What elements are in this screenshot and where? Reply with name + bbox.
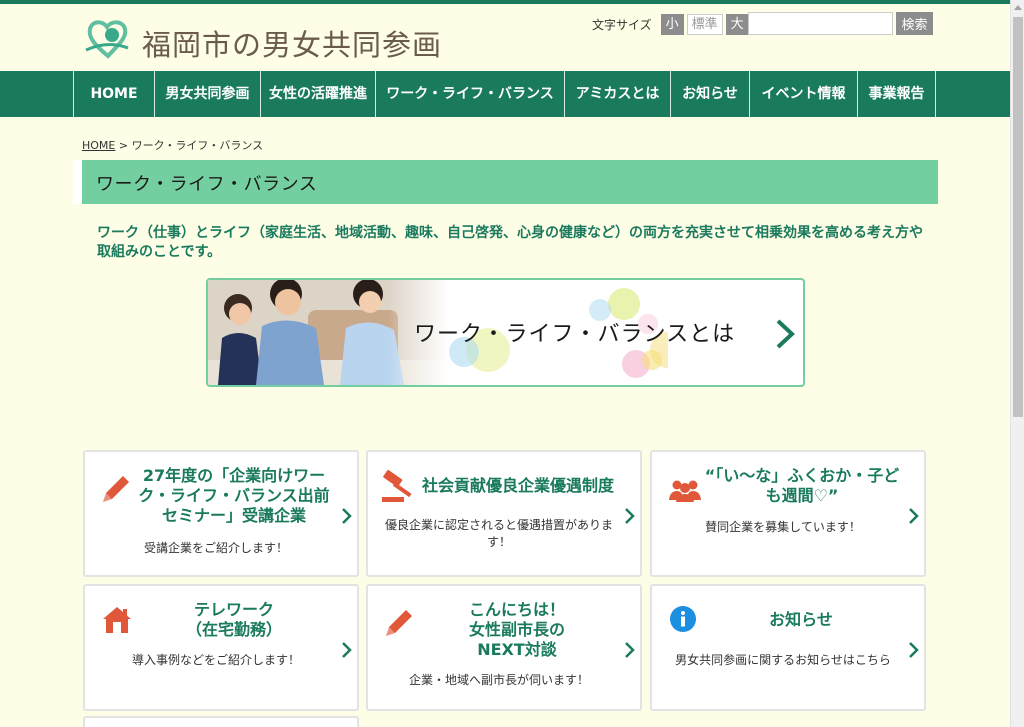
scroll-up-arrow[interactable] — [1011, 0, 1024, 16]
card-title: 27年度の「企業向けワーク・ライフ・バランス出前セミナー」受講企業 — [138, 466, 330, 525]
card-seminar-companies[interactable]: 27年度の「企業向けワーク・ライフ・バランス出前セミナー」受講企業 受講企業をご… — [83, 450, 359, 577]
card-title: こんにちは！ 女性副市長の NEXT対談 — [468, 600, 565, 659]
page-lead-text: ワーク（仕事）とライフ（家庭生活、地域活動、趣味、自己啓発、心身の健康など）の両… — [97, 225, 923, 260]
pencil-icon — [386, 610, 412, 636]
scroll-thumb[interactable] — [1013, 17, 1023, 417]
nav-item-reports[interactable]: 事業報告 — [858, 71, 936, 117]
search-form: 検索 — [748, 12, 933, 35]
card-description: 受講企業をご紹介します！ — [143, 541, 288, 555]
chevron-right-icon — [625, 642, 635, 658]
family-photo — [208, 280, 448, 385]
breadcrumb-separator: > — [115, 139, 132, 152]
card-description: 導入事例などをご紹介します！ — [131, 653, 300, 667]
card-telework[interactable]: テレワーク （在宅勤務） 導入事例などをご紹介します！ — [83, 584, 359, 711]
font-large-button[interactable]: 大 — [725, 13, 749, 35]
chevron-right-icon — [342, 642, 352, 658]
card-kids-week[interactable]: “「い～な」ふくおか・子ども週間♡” 賛同企業を募集しています！ — [650, 450, 926, 577]
card-title: 社会貢献優良企業優遇制度 — [421, 476, 614, 495]
card-vice-mayor-talk[interactable]: こんにちは！ 女性副市長の NEXT対談 企業・地域へ副市長が伺います！ — [366, 584, 642, 711]
page-title-band: ワーク・ライフ・バランス — [73, 160, 938, 204]
font-standard-button[interactable]: 標準 — [686, 13, 723, 35]
chevron-right-icon — [909, 508, 919, 524]
card-description: 賛同企業を募集しています！ — [705, 520, 861, 534]
page-title: ワーク・ライフ・バランス — [96, 174, 318, 195]
search-input[interactable] — [748, 12, 893, 35]
font-size-control: 文字サイズ 小 標準 大 — [592, 13, 749, 35]
site-logo[interactable]: 福岡市の男女共同参画 — [82, 12, 442, 64]
pencil-icon — [103, 476, 129, 502]
people-icon — [669, 480, 701, 502]
card-description: 優良企業に認定されると優遇措置があります！ — [384, 518, 613, 549]
global-nav: HOME 男女共同参画 女性の活躍推進 ワーク・ライフ・バランス アミカスとは … — [0, 71, 1010, 117]
breadcrumb: HOME > ワーク・ライフ・バランス — [82, 137, 263, 153]
chevron-right-icon — [776, 319, 795, 349]
logo-mark-icon — [85, 20, 129, 59]
nav-item-events[interactable]: イベント情報 — [750, 71, 858, 117]
nav-item-gender-equality[interactable]: 男女共同参画 — [155, 71, 261, 117]
card-description: 男女共同参画に関するお知らせはこちら — [675, 653, 891, 667]
nav-item-work-life-balance[interactable]: ワーク・ライフ・バランス — [376, 71, 565, 117]
vertical-scrollbar[interactable] — [1010, 0, 1024, 727]
gavel-icon — [382, 469, 412, 502]
search-button[interactable]: 検索 — [896, 12, 933, 35]
card-news[interactable]: お知らせ 男女共同参画に関するお知らせはこちら — [650, 584, 926, 711]
font-small-button[interactable]: 小 — [660, 13, 684, 35]
info-icon — [670, 606, 696, 632]
card-partial[interactable] — [83, 716, 359, 727]
font-size-label: 文字サイズ — [592, 17, 652, 32]
house-icon — [103, 607, 131, 633]
nav-item-amikas[interactable]: アミカスとは — [565, 71, 671, 117]
top-accent-line — [0, 0, 1010, 4]
nav-item-news[interactable]: お知らせ — [671, 71, 750, 117]
card-title: テレワーク （在宅勤務） — [185, 600, 282, 639]
card-title: “「い～な」ふくおか・子ども週間♡” — [704, 466, 900, 505]
chevron-right-icon — [909, 642, 919, 658]
nav-list: HOME 男女共同参画 女性の活躍推進 ワーク・ライフ・バランス アミカスとは … — [73, 71, 936, 117]
card-title: お知らせ — [769, 610, 833, 629]
wlb-banner[interactable]: ワーク・ライフ・バランスとは — [206, 278, 805, 387]
banner-title: ワーク・ライフ・バランスとは — [414, 322, 736, 347]
breadcrumb-current: ワーク・ライフ・バランス — [131, 139, 264, 152]
chevron-right-icon — [625, 508, 635, 524]
breadcrumb-home-link[interactable]: HOME — [82, 139, 115, 152]
nav-item-home[interactable]: HOME — [74, 71, 155, 117]
chevron-right-icon — [342, 508, 352, 524]
logo-text: 福岡市の男女共同参画 — [142, 28, 443, 62]
card-description: 企業・地域へ副市長が伺います！ — [408, 673, 589, 687]
card-contribution-program[interactable]: 社会貢献優良企業優遇制度 優良企業に認定されると優遇措置があります！ — [366, 450, 642, 577]
nav-item-women-empowerment[interactable]: 女性の活躍推進 — [261, 71, 376, 117]
